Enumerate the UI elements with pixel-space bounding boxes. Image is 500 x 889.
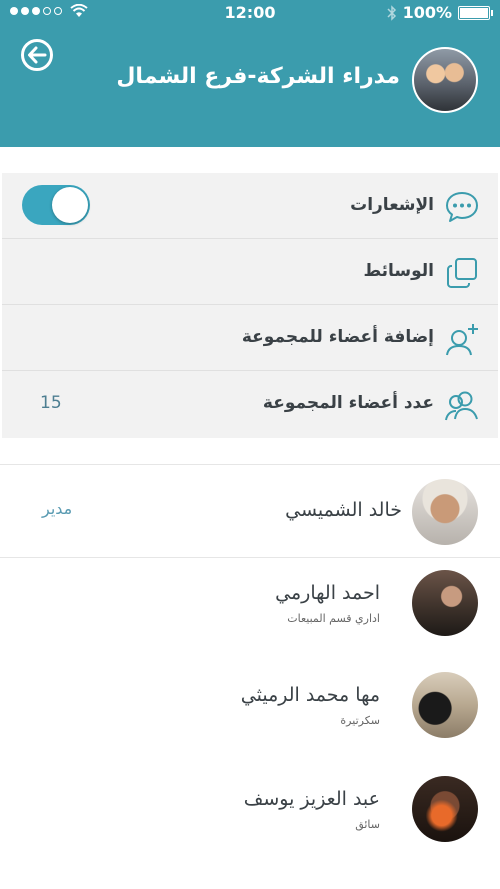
status-bar: 12:00 100% [0,0,500,26]
member-subtitle: اداري قسم المبيعات [287,612,380,625]
member-name: مها محمد الرميثي [240,684,380,706]
member-name: عبد العزيز يوسف [243,788,380,810]
member-name: خالد الشميسي [285,499,402,521]
member-count: 15 [40,393,62,413]
member-avatar [412,570,478,636]
settings-row-member-count: 15 عدد أعضاء المجموعة [2,371,498,437]
battery-icon [458,5,493,20]
member-row[interactable]: عبد العزيز يوسف سائق [0,768,500,872]
settings-label: الإشعارات [350,195,434,215]
group-avatar[interactable] [412,47,478,113]
battery-percent: 100% [402,3,452,22]
member-avatar [412,672,478,738]
chat-bubble-icon [446,192,478,222]
member-row[interactable]: احمد الهارمي اداري قسم المبيعات [0,560,500,664]
back-arrow-icon[interactable] [20,38,54,72]
settings-label: إضافة أعضاء للمجموعة [241,327,434,347]
member-subtitle: سائق [355,818,380,831]
group-title: مدراء الشركة-فرع الشمال [116,64,400,89]
member-avatar [412,776,478,842]
settings-row-add-members[interactable]: إضافة أعضاء للمجموعة [2,305,498,371]
group-settings: الإشعارات الوسائط إضافة أعضاء للمجموعة 1… [2,173,498,438]
settings-row-media[interactable]: الوسائط [2,239,498,305]
settings-label: عدد أعضاء المجموعة [262,393,434,413]
group-header: 12:00 100% مدراء الشركة-فرع الشمال [0,0,500,147]
status-right: 100% [387,3,493,22]
settings-label: الوسائط [363,261,434,281]
member-row[interactable]: مها محمد الرميثي سكرتيرة [0,664,500,768]
member-role: مدير [42,499,73,518]
member-subtitle: سكرتيرة [340,714,380,727]
bluetooth-icon [387,4,396,21]
member-avatar [412,479,478,545]
member-row[interactable]: مدير خالد الشميسي [0,464,500,558]
toggle-knob [52,187,88,223]
add-user-icon [446,324,478,356]
settings-row-notifications[interactable]: الإشعارات [2,173,498,239]
group-users-icon [445,391,478,421]
notifications-toggle[interactable] [22,185,90,225]
media-copy-icon [447,258,477,288]
member-name: احمد الهارمي [275,582,380,604]
